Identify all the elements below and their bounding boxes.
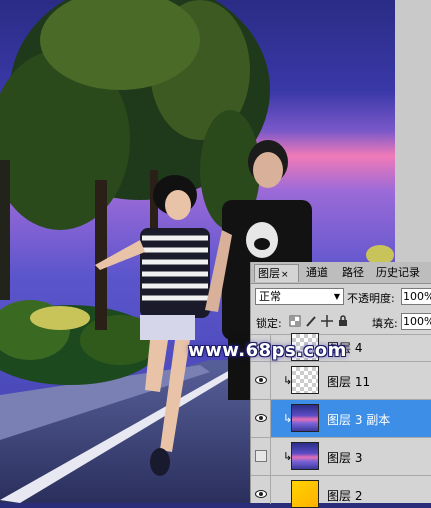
canvas-background (395, 0, 431, 262)
visibility-toggle[interactable] (251, 362, 271, 399)
layer-name: 图层 3 (327, 451, 363, 465)
tab-paths[interactable]: 路径 (339, 264, 371, 282)
layer-thumbnail (291, 366, 319, 394)
layer-name: 图层 3 副本 (327, 413, 391, 427)
layers-panel: 图层× 通道 路径 历史记录 正常 ▼ 不透明度: 100% 锁定: 填充: 10… (250, 262, 431, 508)
close-icon[interactable]: × (281, 270, 289, 280)
lock-transparent-icon[interactable] (289, 315, 301, 327)
layer-thumbnail (291, 442, 319, 470)
lock-label: 锁定: (256, 317, 282, 330)
tab-layers[interactable]: 图层× (254, 264, 299, 282)
lock-brush-icon[interactable] (305, 315, 317, 327)
layer-row-selected[interactable]: ↳ 图层 3 副本 (251, 399, 431, 437)
lock-move-icon[interactable] (321, 315, 333, 327)
blend-mode-value: 正常 (259, 290, 281, 303)
visibility-toggle[interactable] (251, 476, 271, 504)
layer-row[interactable]: ↳ 图层 11 (251, 361, 431, 399)
fill-field[interactable]: 100% (401, 313, 431, 330)
layer-row[interactable]: 图层 2 (251, 475, 431, 508)
layer-thumbnail (291, 480, 319, 508)
visibility-toggle[interactable] (251, 438, 271, 475)
blend-row: 正常 ▼ 不透明度: 100% (251, 285, 431, 307)
tab-layers-label: 图层 (258, 267, 280, 280)
eye-icon (255, 490, 267, 498)
eye-icon (255, 376, 267, 384)
tab-channels[interactable]: 通道 (303, 264, 335, 282)
layer-name: 图层 2 (327, 489, 363, 503)
lock-row: 锁定: 填充: 100% (251, 311, 431, 333)
fill-label: 填充: (372, 317, 398, 330)
tab-history[interactable]: 历史记录 (373, 264, 431, 282)
visibility-toggle[interactable] (251, 400, 271, 437)
watermark: www.68ps.com (188, 340, 347, 361)
layer-row[interactable]: ↳ 图层 3 (251, 437, 431, 475)
hidden-box-icon (255, 450, 267, 462)
panel-tab-bar: 图层× 通道 路径 历史记录 (251, 262, 431, 284)
lock-all-icon[interactable] (337, 315, 349, 327)
layer-thumbnail (291, 404, 319, 432)
chevron-down-icon: ▼ (333, 292, 340, 301)
opacity-field[interactable]: 100% (401, 288, 431, 305)
layer-name: 图层 11 (327, 375, 371, 389)
opacity-label: 不透明度: (347, 292, 395, 305)
blend-mode-select[interactable]: 正常 ▼ (255, 288, 344, 305)
eye-icon (255, 414, 267, 422)
